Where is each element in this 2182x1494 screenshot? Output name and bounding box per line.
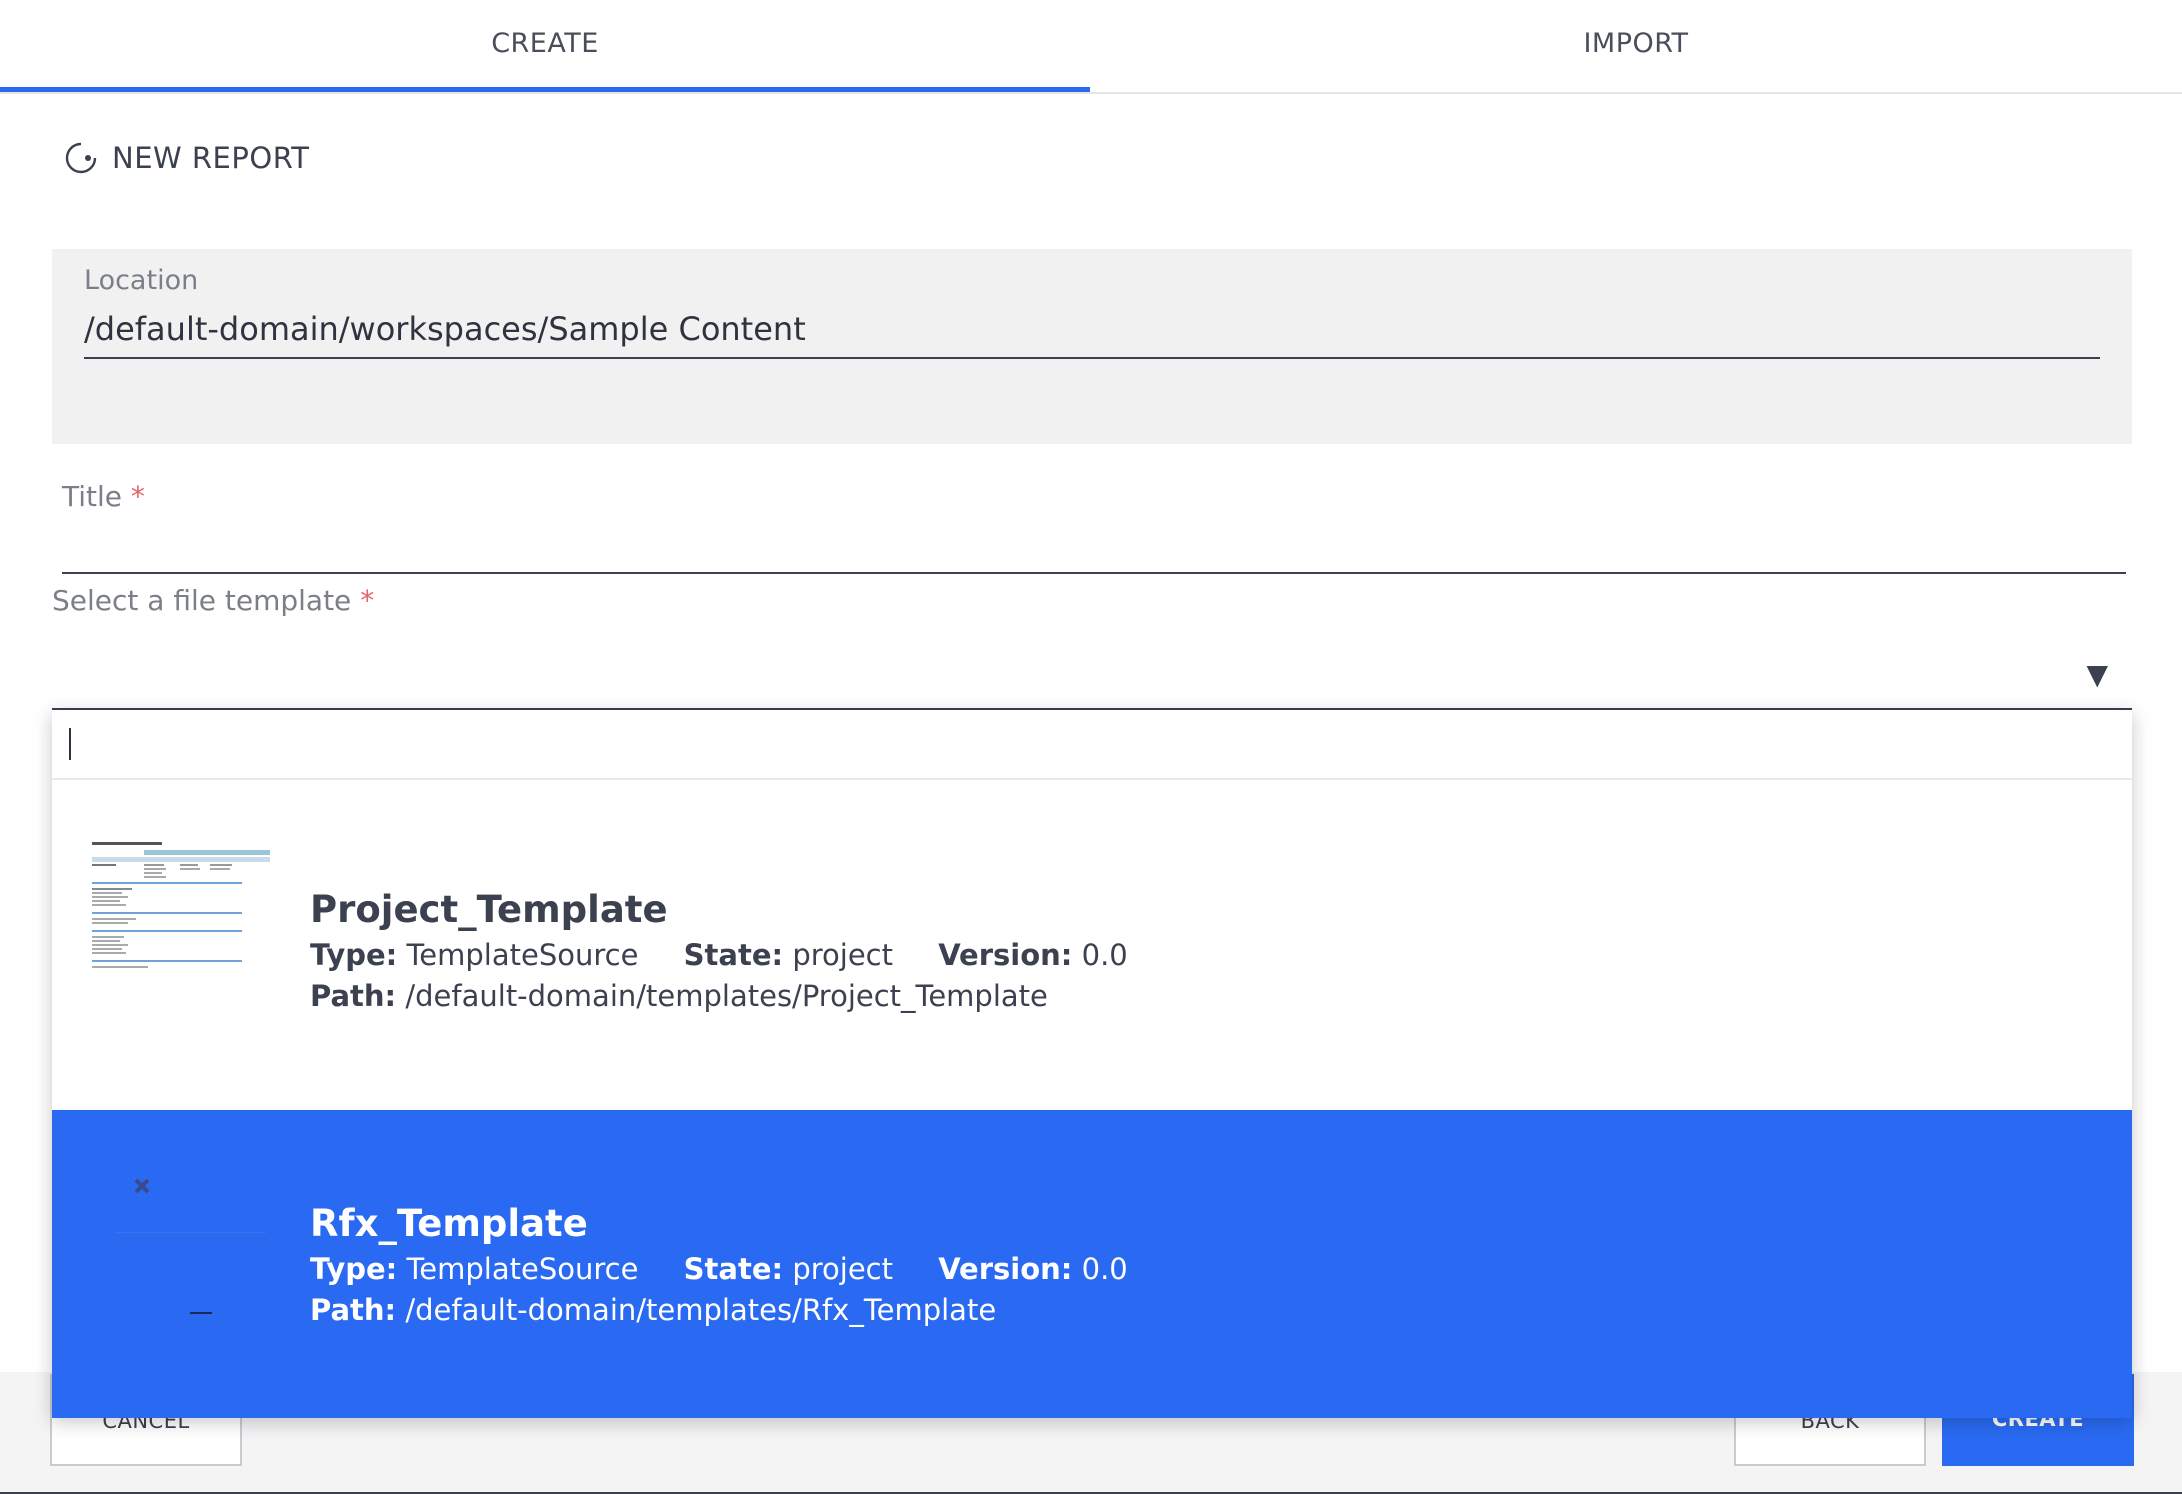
template-select-label-text: Select a file template [52,584,352,617]
version-label: Version: [938,938,1073,972]
template-search [52,710,2132,780]
title-label-text: Title [62,480,123,513]
option-path: Path: /default-domain/templates/Project_… [310,979,1048,1013]
title-label: Title * [62,480,145,513]
new-report-header: NEW REPORT [64,138,309,178]
type-label: Type: [310,1252,398,1286]
project-template-thumbnail [86,836,272,986]
active-tab-indicator [0,87,1090,92]
type-value: TemplateSource [406,1252,639,1286]
rfx-template-thumbnail [116,1178,266,1314]
dropdown-arrow-icon[interactable]: ▼ [2086,658,2108,691]
option-meta: Type: TemplateSource State: project Vers… [310,1252,1128,1286]
template-select[interactable]: ▼ [52,640,2132,710]
tab-create[interactable]: CREATE [0,0,1090,92]
path-value: /default-domain/templates/Rfx_Template [405,1293,997,1327]
version-value: 0.0 [1081,938,1128,972]
new-report-icon [65,142,97,174]
type-label: Type: [310,938,398,972]
state-label: State: [683,938,784,972]
tab-bar: CREATE IMPORT [0,0,2182,94]
option-path: Path: /default-domain/templates/Rfx_Temp… [310,1293,996,1327]
option-name: Rfx_Template [310,1202,588,1245]
state-value: project [792,938,893,972]
version-value: 0.0 [1081,1252,1128,1286]
template-option-rfx[interactable]: Rfx_Template Type: TemplateSource State:… [52,1110,2132,1418]
location-field: Location /default-domain/workspaces/Samp… [52,249,2132,444]
version-label: Version: [938,1252,1073,1286]
option-meta: Type: TemplateSource State: project Vers… [310,938,1128,972]
template-search-input[interactable] [66,720,2110,768]
template-required-mark: * [360,584,375,617]
path-value: /default-domain/templates/Project_Templa… [405,979,1048,1013]
state-label: State: [683,1252,784,1286]
tab-import[interactable]: IMPORT [1090,0,2182,92]
new-report-label: NEW REPORT [112,141,310,175]
template-select-label: Select a file template * [52,584,374,617]
path-label: Path: [310,979,397,1013]
title-input[interactable] [62,520,2126,574]
option-name: Project_Template [310,888,668,931]
state-value: project [792,1252,893,1286]
location-value: /default-domain/workspaces/Sample Conten… [84,307,2100,359]
text-cursor [69,728,71,760]
title-required-mark: * [130,480,145,513]
type-value: TemplateSource [406,938,639,972]
path-label: Path: [310,1293,397,1327]
template-option-project[interactable]: Project_Template Type: TemplateSource St… [52,780,2132,1110]
template-dropdown: Project_Template Type: TemplateSource St… [52,710,2132,1418]
location-label: Location [84,265,199,296]
